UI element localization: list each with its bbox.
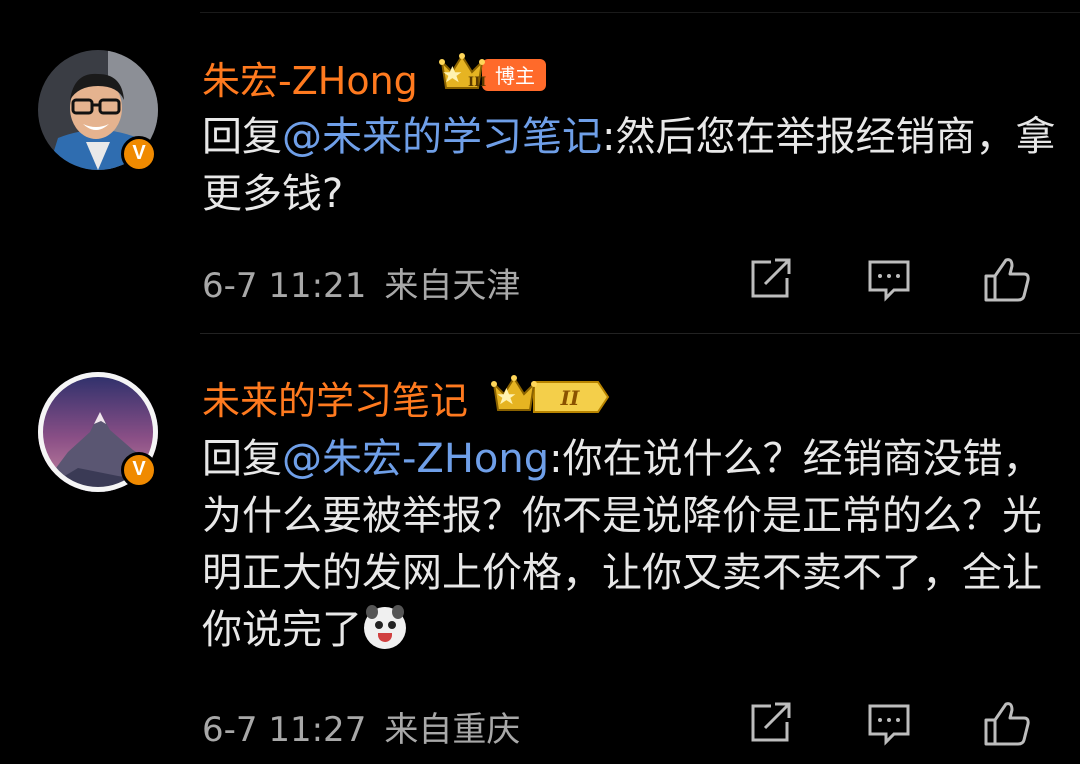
mention-link[interactable]: @朱宏-ZHong — [282, 436, 549, 482]
comment-item: V 朱宏-ZHong 博主 III 回复@未来的学习笔记:然后您在举报经销商，拿… — [0, 0, 1080, 333]
level-text: II — [560, 386, 580, 410]
location: 来自重庆 — [384, 710, 521, 750]
comment-text: 回复@未来的学习笔记:然后您在举报经销商，拿更多钱? — [202, 109, 1062, 223]
comment-meta: 6-7 11:21 来自天津 — [202, 258, 520, 307]
comment-meta: 6-7 11:27 来自重庆 — [202, 702, 520, 751]
comment-icon[interactable] — [864, 698, 914, 748]
username[interactable]: 朱宏-ZHong — [202, 50, 418, 105]
emoji-icon — [364, 605, 406, 649]
comment-text: 回复@朱宏-ZHong:你在说什么？经销商没错，为什么要被举报？你不是说降价是正… — [202, 431, 1062, 659]
reply-prefix: 回复 — [202, 114, 282, 160]
level-text: III — [468, 75, 486, 90]
verified-badge: V — [121, 452, 157, 488]
crown-icon: II — [491, 375, 610, 413]
like-icon[interactable] — [982, 698, 1032, 748]
blogger-badge-label: 博主 — [495, 64, 535, 88]
timestamp: 6-7 11:27 — [202, 710, 367, 750]
like-icon[interactable] — [982, 254, 1032, 304]
timestamp: 6-7 11:21 — [202, 266, 367, 306]
share-icon[interactable] — [745, 698, 795, 748]
comment-icon[interactable] — [864, 254, 914, 304]
share-icon[interactable] — [745, 254, 795, 304]
crown-icon: 博主 III — [439, 53, 546, 91]
location: 来自天津 — [384, 266, 521, 306]
comment-item: V 未来的学习笔记 II 回复@朱宏-ZHong:你在说什么？经销商没错，为什么… — [0, 334, 1080, 764]
username[interactable]: 未来的学习笔记 — [202, 370, 468, 425]
mention-link[interactable]: @未来的学习笔记 — [282, 114, 602, 160]
reply-prefix: 回复 — [202, 436, 282, 482]
verified-badge: V — [121, 136, 157, 172]
